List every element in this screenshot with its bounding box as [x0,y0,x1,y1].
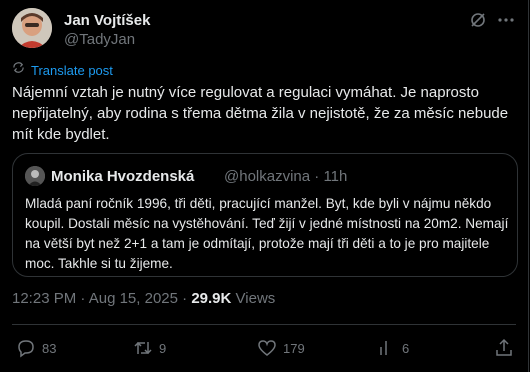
post-time[interactable]: 12:23 PM [12,290,76,307]
divider [12,324,516,325]
more-options-icon[interactable] [496,10,516,30]
quoted-author-avatar [25,166,45,186]
repost-icon [134,341,152,355]
quoted-text-line: koupil. Dostali měsíc na vystěhování. Te… [25,216,509,231]
quoted-text-line: Mladá paní ročník 1996, tři děti, pracuj… [25,196,492,211]
views-chart-icon [380,341,387,355]
translate-post-link[interactable]: Translate post [12,62,113,78]
author-name[interactable]: Jan Vojtíšek [64,12,150,29]
meta-separator: · [182,290,192,307]
repost-button[interactable]: 9 [133,338,166,358]
meta-separator: · [80,290,89,307]
reply-button[interactable]: 83 [16,338,56,358]
post-text-line: Nájemní vztah je nutný více regulovat a … [12,84,479,101]
quoted-text: Mladá paní ročník 1996, tři děti, pracuj… [25,194,509,274]
author-avatar[interactable] [12,8,52,48]
author-handle[interactable]: @TadyJan [64,31,135,48]
post-header: Jan Vojtíšek @TadyJan [12,8,516,52]
action-bar: 83 9 179 6 [0,334,530,362]
quoted-author-name: Monika Hvozdenská [51,168,195,185]
post-meta: 12:23 PM · Aug 15, 2025 · 29.9K Views [12,290,275,307]
views-label: Views [235,290,276,307]
reply-icon [18,340,34,358]
repost-count: 9 [159,340,167,356]
share-icon [496,338,512,356]
translate-label: Translate post [31,62,113,78]
bookmark-button[interactable]: 6 [376,338,409,358]
post-container: Jan Vojtíšek @TadyJan Translate post Náj… [0,0,529,372]
quoted-text-line: na větší byt než 2+1 a tam je odmítají, … [25,236,490,251]
bookmark-count: 6 [402,340,410,356]
translate-icon [12,61,25,79]
quoted-author-handle: @holkazvina [224,168,311,185]
grok-icon[interactable] [468,10,488,30]
quoted-post[interactable]: Monika Hvozdenská @holkazvina · 11h Mlad… [12,153,518,277]
like-button[interactable]: 179 [257,338,305,358]
like-count: 179 [283,340,305,356]
reply-count: 83 [42,340,57,356]
views-count: 29.9K [191,290,232,307]
post-date[interactable]: Aug 15, 2025 [89,290,178,307]
post-text: Nájemní vztah je nutný více regulovat a … [12,82,512,145]
post-text-line: nepřijatelný, aby rodina s třema dětma ž… [12,105,509,122]
quoted-meta: @holkazvina · 11h [224,168,347,185]
post-text-line: mít kde bydlet. [12,126,110,143]
share-button[interactable] [494,338,514,358]
quoted-text-line: moc. Takhle si tu žijeme. [25,256,173,271]
quoted-time: 11h [323,168,348,185]
heart-icon [258,340,276,356]
